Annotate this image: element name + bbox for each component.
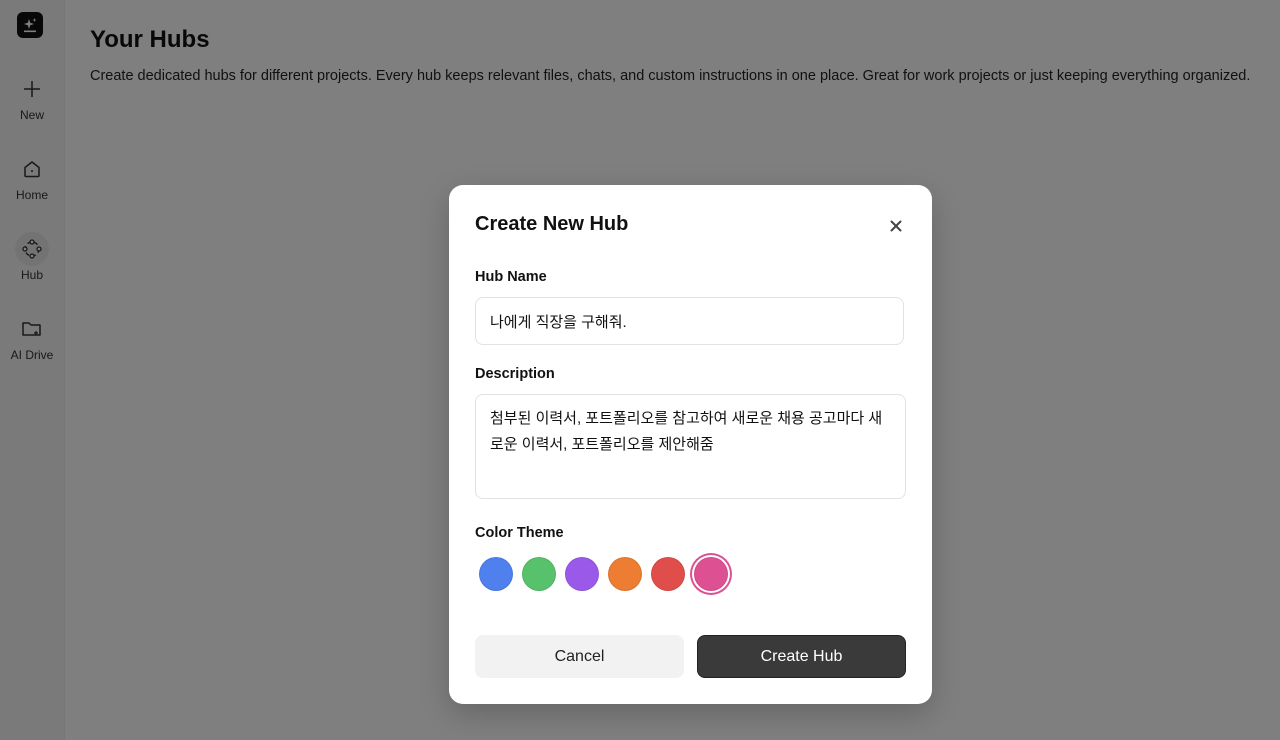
color-swatch-blue[interactable] xyxy=(479,557,513,591)
color-swatch-orange[interactable] xyxy=(608,557,642,591)
color-swatch-purple[interactable] xyxy=(565,557,599,591)
color-theme-label: Color Theme xyxy=(475,525,564,541)
hub-name-input[interactable]: 나에게 직장을 구해줘. xyxy=(475,297,904,345)
description-label: Description xyxy=(475,366,555,382)
dialog-title: Create New Hub xyxy=(475,213,629,235)
color-swatch-red[interactable] xyxy=(651,557,685,591)
hub-name-label: Hub Name xyxy=(475,269,547,285)
cancel-button[interactable]: Cancel xyxy=(475,635,684,678)
close-icon[interactable] xyxy=(886,216,906,236)
create-hub-button[interactable]: Create Hub xyxy=(697,635,906,678)
color-swatch-pink[interactable] xyxy=(694,557,728,591)
color-swatch-group xyxy=(479,557,728,591)
create-hub-dialog: Create New Hub Hub Name 나에게 직장을 구해줘. Des… xyxy=(449,185,932,704)
app-root: New Home Hub xyxy=(0,0,1280,740)
color-swatch-green[interactable] xyxy=(522,557,556,591)
description-textarea[interactable]: 첨부된 이력서, 포트폴리오를 참고하여 새로운 채용 공고마다 새로운 이력서… xyxy=(475,394,906,499)
